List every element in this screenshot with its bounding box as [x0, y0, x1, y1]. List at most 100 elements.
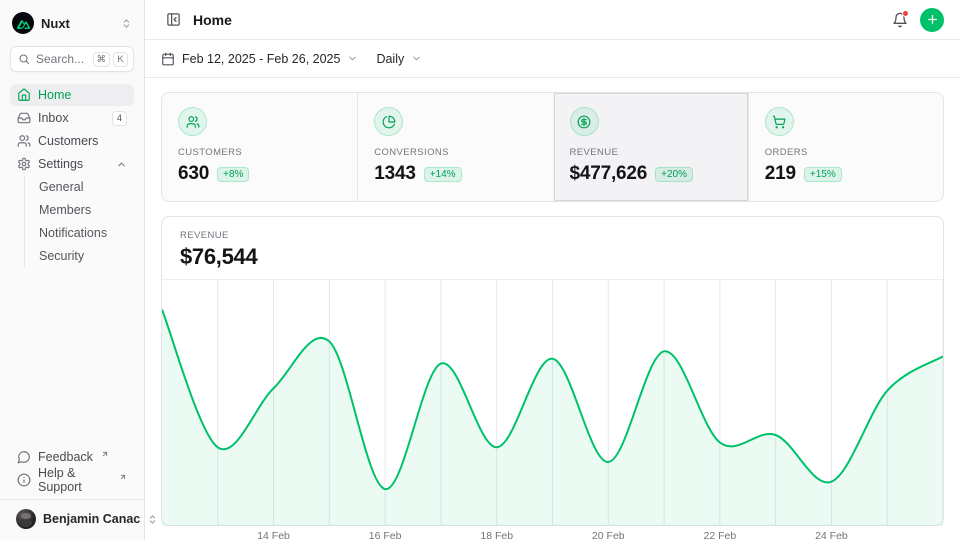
sidebar-item-inbox[interactable]: Inbox 4 [10, 107, 134, 129]
sidebar-item-feedback[interactable]: Feedback [10, 446, 134, 468]
stat-card-customers[interactable]: CUSTOMERS 630 +8% [162, 93, 357, 201]
stat-card-conversions[interactable]: CONVERSIONS 1343 +14% [357, 93, 552, 201]
chart-metric-label: REVENUE [180, 230, 925, 241]
kbd-k: K [113, 52, 128, 67]
notification-dot [902, 10, 909, 17]
shopping-cart-icon [765, 107, 794, 136]
sidebar-item-label: Inbox [38, 111, 105, 125]
sidebar: Nuxt Search... ⌘ K Home Inbox 4 Cu [0, 0, 145, 540]
x-tick-label: 22 Feb [703, 530, 736, 540]
sidebar-subitem-label: Members [39, 203, 132, 217]
sidebar-item-help-support[interactable]: Help & Support [10, 469, 134, 491]
sidebar-nav: Home Inbox 4 Customers Settings General … [10, 84, 134, 267]
sidebar-divider [0, 499, 144, 500]
sidebar-item-notifications[interactable]: Notifications [37, 222, 134, 244]
team-switcher[interactable]: Nuxt [10, 10, 134, 36]
message-circle-icon [17, 450, 31, 464]
sidebar-spacer [10, 267, 134, 446]
user-name: Benjamin Canac [43, 512, 140, 526]
sidebar-item-general[interactable]: General [37, 176, 134, 198]
sidebar-item-label: Home [38, 88, 127, 102]
period-select[interactable]: Daily [376, 52, 422, 66]
avatar [16, 509, 36, 529]
circle-dollar-icon [570, 107, 599, 136]
sidebar-subitem-label: Security [39, 249, 132, 263]
sidebar-footer: Feedback Help & Support [10, 446, 134, 491]
sidebar-subitem-label: General [39, 180, 132, 194]
stat-delta-badge: +14% [424, 167, 462, 182]
x-tick-label: 16 Feb [369, 530, 402, 540]
stat-delta-badge: +20% [655, 167, 693, 182]
plus-icon [926, 13, 939, 26]
chart-metric-value: $76,544 [180, 244, 925, 270]
collapse-sidebar-button[interactable] [161, 8, 185, 32]
area-chart-canvas [162, 280, 943, 526]
inbox-count-badge: 4 [112, 111, 127, 126]
x-tick-label: 14 Feb [257, 530, 290, 540]
team-name: Nuxt [41, 16, 114, 31]
stat-value: 630 [178, 163, 209, 185]
sidebar-item-members[interactable]: Members [37, 199, 134, 221]
calendar-icon [161, 52, 175, 66]
stats-row: CUSTOMERS 630 +8% CONVERSIONS 1343 +14% [161, 92, 944, 202]
users-icon [178, 107, 207, 136]
x-axis-tick-labels: 14 Feb 16 Feb 18 Feb 20 Feb 22 Feb 24 Feb [162, 526, 943, 540]
nuxt-logo-icon [12, 12, 34, 34]
page-title: Home [193, 12, 232, 28]
app-window: Nuxt Search... ⌘ K Home Inbox 4 Cu [0, 0, 960, 540]
main-panel: Home Feb 12, 2025 - Feb 26, 2025 Daily [145, 0, 960, 540]
date-range-picker[interactable]: Feb 12, 2025 - Feb 26, 2025 [161, 52, 358, 66]
search-kbd-shortcut: ⌘ K [93, 52, 129, 67]
chevron-down-icon [411, 53, 422, 64]
external-link-icon [119, 473, 127, 481]
sidebar-item-security[interactable]: Security [37, 245, 134, 267]
dashboard-content: CUSTOMERS 630 +8% CONVERSIONS 1343 +14% [145, 78, 960, 540]
external-link-icon [101, 450, 109, 458]
chevrons-up-down-icon [121, 18, 132, 29]
panel-left-close-icon [166, 12, 181, 27]
kbd-cmd: ⌘ [93, 52, 111, 67]
stat-label: ORDERS [765, 147, 927, 158]
sidebar-item-label: Settings [38, 157, 109, 171]
inbox-icon [17, 111, 31, 125]
settings-subnav: General Members Notifications Security [24, 176, 134, 267]
search-placeholder: Search... [36, 52, 87, 66]
user-menu[interactable]: Benjamin Canac [10, 506, 134, 532]
stat-value: 1343 [374, 163, 415, 185]
search-input[interactable]: Search... ⌘ K [10, 46, 134, 72]
sidebar-item-home[interactable]: Home [10, 84, 134, 106]
nuxt-logo-glyph [17, 18, 30, 29]
stat-card-revenue[interactable]: REVENUE $477,626 +20% [553, 93, 748, 201]
sidebar-item-settings[interactable]: Settings [10, 153, 134, 175]
stat-value: $477,626 [570, 163, 648, 185]
sidebar-item-label: Feedback [38, 450, 93, 464]
stat-card-orders[interactable]: ORDERS 219 +15% [748, 93, 943, 201]
notifications-button[interactable] [888, 8, 912, 32]
x-tick-label: 20 Feb [592, 530, 625, 540]
sidebar-item-label: Customers [38, 134, 127, 148]
period-value: Daily [376, 52, 404, 66]
stat-delta-badge: +15% [804, 167, 842, 182]
date-range-value: Feb 12, 2025 - Feb 26, 2025 [182, 52, 340, 66]
chart-pie-icon [374, 107, 403, 136]
search-icon [18, 53, 30, 65]
x-tick-label: 18 Feb [480, 530, 513, 540]
sidebar-item-label: Help & Support [38, 466, 111, 494]
info-circle-icon [17, 473, 31, 487]
filters-toolbar: Feb 12, 2025 - Feb 26, 2025 Daily [145, 40, 960, 78]
revenue-chart-card: REVENUE $76,544 14 Feb16 Feb18 Feb20 Feb… [161, 216, 944, 526]
add-button[interactable] [920, 8, 944, 32]
sidebar-subitem-label: Notifications [39, 226, 132, 240]
stat-value: 219 [765, 163, 796, 185]
revenue-area-chart[interactable]: 14 Feb16 Feb18 Feb20 Feb22 Feb24 Feb [162, 280, 943, 526]
users-icon [17, 134, 31, 148]
home-icon [17, 88, 31, 102]
top-header: Home [145, 0, 960, 40]
chart-header: REVENUE $76,544 [162, 217, 943, 280]
stat-label: CUSTOMERS [178, 147, 341, 158]
stat-label: CONVERSIONS [374, 147, 536, 158]
stat-delta-badge: +8% [217, 167, 249, 182]
x-tick-label: 24 Feb [815, 530, 848, 540]
sidebar-item-customers[interactable]: Customers [10, 130, 134, 152]
gear-icon [17, 157, 31, 171]
